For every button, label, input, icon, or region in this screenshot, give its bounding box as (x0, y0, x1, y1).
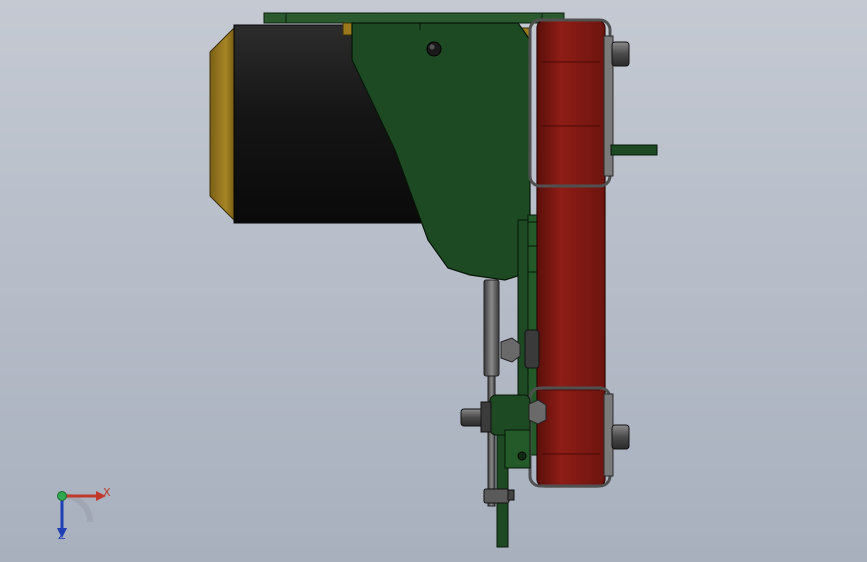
cad-3d-viewport[interactable]: X Z (0, 0, 867, 562)
pivot-bolt-right[interactable] (528, 399, 547, 425)
top-mounting-plate[interactable] (263, 12, 565, 24)
tension-arm-pin[interactable] (610, 144, 658, 156)
hex-nut[interactable] (500, 337, 521, 363)
middle-roller[interactable] (524, 329, 540, 369)
lower-pivot-bracket[interactable] (489, 394, 531, 469)
bottom-fastener[interactable] (483, 488, 515, 504)
abrasive-belt[interactable] (536, 19, 606, 488)
x-axis-label: X (103, 486, 111, 499)
z-axis-label: Z (58, 529, 66, 542)
y-axis-dot (57, 491, 67, 501)
orientation-triad[interactable]: X Z (40, 478, 120, 548)
belt-grinder-assembly-model[interactable] (0, 0, 867, 562)
motor-end-cap[interactable] (209, 24, 237, 224)
pivot-bolt-left[interactable] (460, 401, 492, 433)
